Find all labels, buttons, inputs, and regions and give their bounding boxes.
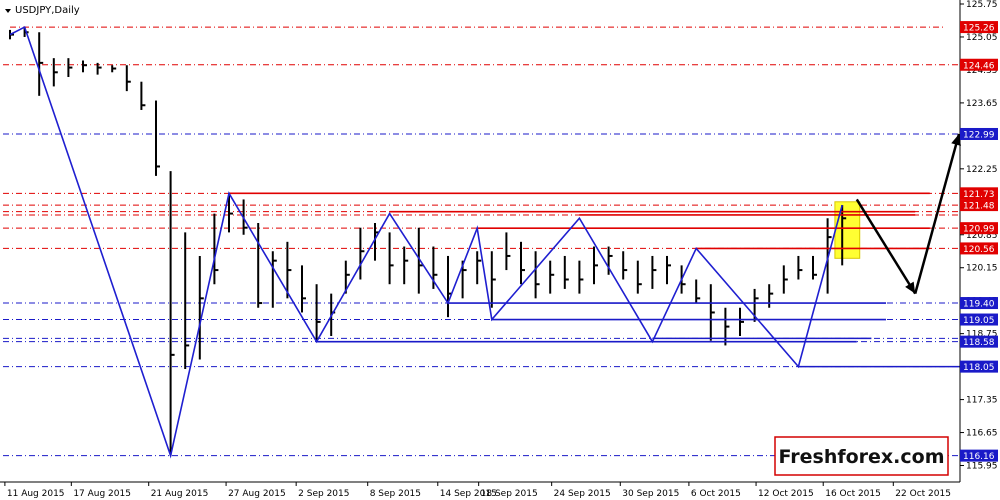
price-tag-0: 125.26 [963,24,995,34]
y-tick-label-14: 115.95 [966,462,998,472]
x-tick-label-7: 18 Sep 2015 [481,489,538,499]
watermark-text: Freshforex.com [778,446,944,468]
price-tag-8: 119.05 [963,316,995,326]
y-tick-label-3: 123.65 [966,99,998,109]
x-tick-label-4: 2 Sep 2015 [298,489,349,499]
y-tick-label-12: 117.35 [966,396,998,406]
x-tick-label-9: 30 Sep 2015 [622,489,679,499]
price-tag-6: 120.56 [963,245,995,255]
y-tick-label-0: 125.75 [966,0,998,10]
price-tag-1: 124.46 [963,61,995,71]
symbol-title: USDJPY,Daily [15,5,80,16]
x-tick-label-13: 22 Oct 2015 [895,489,951,499]
price-tag-5: 120.99 [963,225,995,235]
x-tick-label-0: 11 Aug 2015 [7,489,65,499]
watermark-box: Freshforex.com [774,436,949,476]
chart-title-group: USDJPY,Daily [5,5,80,16]
x-tick-label-10: 6 Oct 2015 [691,489,741,499]
highlight-zones [834,201,861,259]
price-tag-7: 119.40 [963,300,995,310]
price-tag-4: 121.48 [963,202,995,212]
x-tick-label-5: 8 Sep 2015 [370,489,421,499]
x-tick-label-8: 24 Sep 2015 [554,489,611,499]
y-tick-label-13: 116.65 [966,429,998,439]
x-tick-label-11: 12 Oct 2015 [758,489,814,499]
price-tag-9: 118.58 [963,338,995,348]
price-tag-10: 118.05 [963,363,995,373]
price-chart[interactable]: 125.75125.05124.35123.65122.95122.25121.… [0,0,1000,500]
y-tick-label-5: 122.25 [966,165,998,175]
price-tag-3: 121.73 [963,190,995,200]
y-tick-label-8: 120.15 [966,264,998,274]
highlight-zone [834,201,861,259]
x-tick-label-12: 16 Oct 2015 [825,489,881,499]
y-tick-label-1: 125.05 [966,33,998,43]
x-tick-label-2: 21 Aug 2015 [151,489,209,499]
x-tick-label-3: 27 Aug 2015 [228,489,286,499]
x-tick-label-1: 17 Aug 2015 [73,489,131,499]
price-tag-2: 122.99 [963,130,995,140]
chart-window: 125.75125.05124.35123.65122.95122.25121.… [0,0,1000,500]
price-tag-11: 116.16 [963,452,995,462]
